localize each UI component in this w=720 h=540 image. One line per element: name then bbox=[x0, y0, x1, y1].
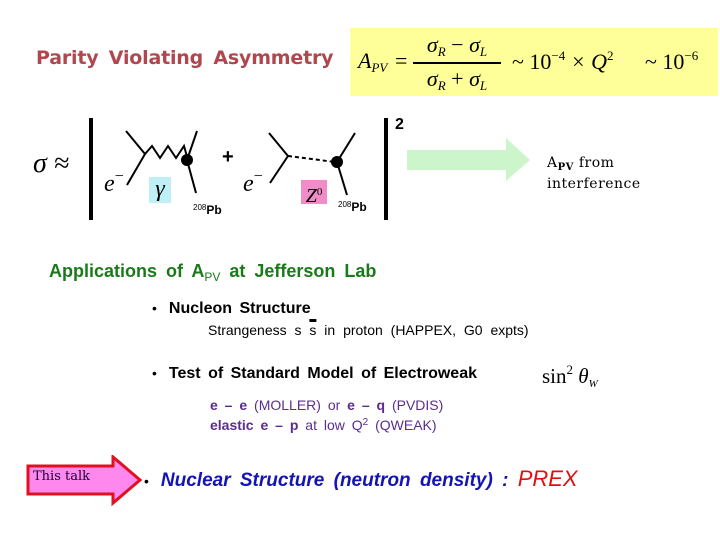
z-dashed-line bbox=[287, 155, 336, 163]
electron-label-1: e− bbox=[104, 168, 124, 197]
interference-arrow-icon bbox=[407, 138, 530, 181]
applications-heading: Applications of APV at Jefferson Lab bbox=[49, 261, 377, 284]
squared-exponent: 2 bbox=[395, 116, 404, 133]
bullet-nucleon-structure: • Nucleon Structure bbox=[152, 300, 311, 317]
weak-mixing-angle-formula: sin2 θW bbox=[542, 362, 598, 390]
plus-sign: + bbox=[222, 146, 234, 168]
bullet-standard-model: • Test of Standard Model of Electroweak bbox=[152, 365, 477, 382]
abs-bar-left bbox=[89, 118, 93, 220]
experiment-line-2: elastic e – p at low Q2 (QWEAK) bbox=[210, 417, 437, 433]
electron-in-line bbox=[268, 132, 289, 157]
nucleus-label-1: 208Pb bbox=[193, 203, 222, 217]
bullet-nuclear-structure: • Nuclear Structure (neutron density) : P… bbox=[144, 466, 578, 491]
strangeness-detail: Strangeness s s in proton (HAPPEX, G0 ex… bbox=[208, 322, 529, 338]
vertex-blob bbox=[181, 154, 193, 166]
vertex-blob bbox=[331, 156, 343, 168]
apv-interference-note: APV from interference bbox=[547, 155, 641, 192]
electroweak-experiments: e – e (MOLLER) or e – q (PVDIS) elastic … bbox=[210, 396, 443, 434]
electron-in-line bbox=[125, 130, 146, 155]
electron-out-line bbox=[269, 155, 289, 184]
experiment-line-1: e – e (MOLLER) or e – q (PVDIS) bbox=[210, 397, 444, 413]
photon-label: γ bbox=[149, 177, 171, 203]
nucleus-label-2: 208Pb bbox=[338, 200, 367, 214]
this-talk-label: This talk bbox=[33, 469, 91, 484]
abs-bar-right bbox=[384, 118, 388, 220]
prex-label: PREX bbox=[517, 466, 578, 491]
electron-out-line bbox=[126, 153, 146, 186]
electron-label-2: e− bbox=[243, 168, 263, 197]
z-boson-label: Z0 bbox=[301, 180, 327, 207]
